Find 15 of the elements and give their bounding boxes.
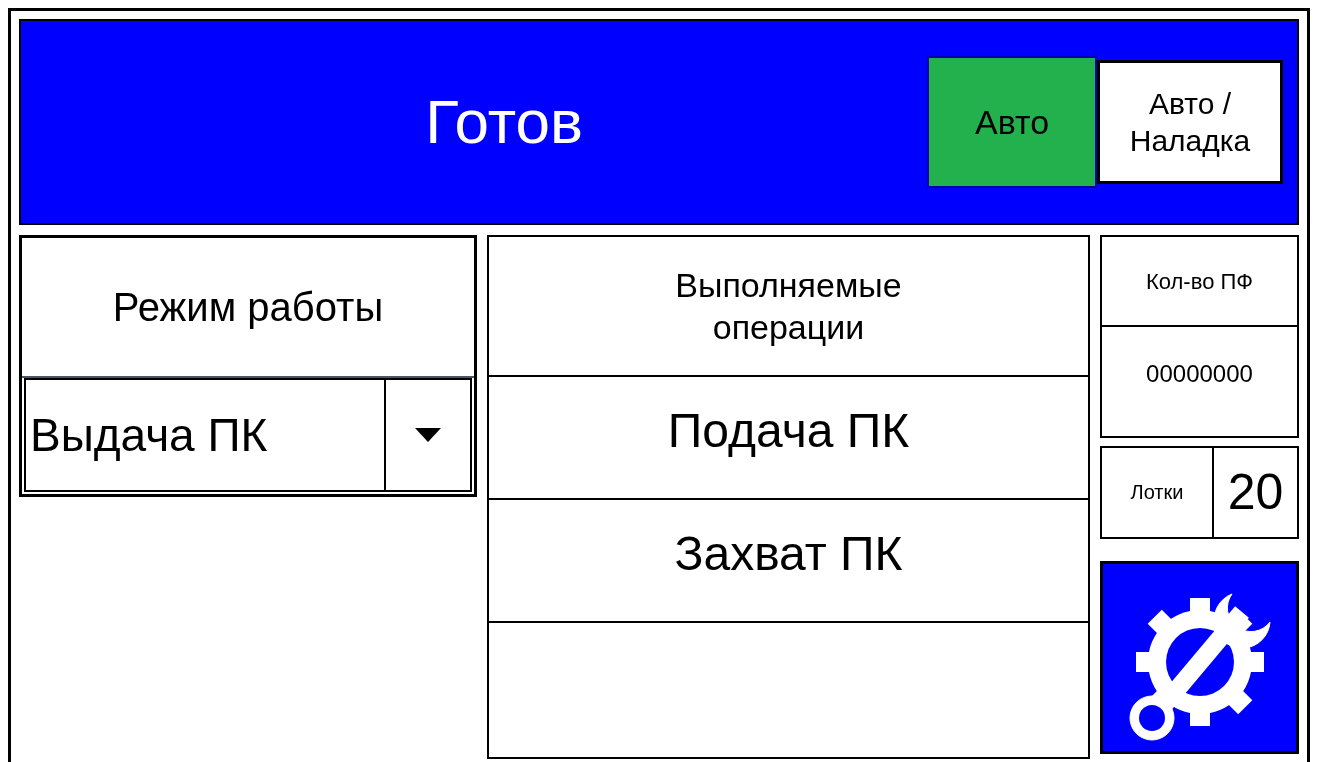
settings-button[interactable] bbox=[1100, 560, 1299, 754]
mode-dropdown[interactable]: Выдача ПК bbox=[24, 378, 472, 492]
counter-label: Кол-во ПФ bbox=[1145, 267, 1254, 296]
operations-title: Выполняемые операции bbox=[674, 264, 903, 348]
operation-item: Захват ПК bbox=[674, 526, 903, 582]
operation-item: Подача ПК bbox=[667, 403, 910, 459]
status-text: Готов bbox=[425, 91, 583, 153]
trays-value: 20 bbox=[1227, 462, 1284, 522]
counter-value: 00000000 bbox=[1146, 358, 1253, 389]
trays-label: Лотки bbox=[1130, 480, 1184, 506]
mode-button[interactable]: Авто / Наладка bbox=[1097, 60, 1283, 184]
dropdown-value: Выдача ПК bbox=[30, 407, 268, 463]
caret-icon bbox=[415, 428, 441, 442]
mode-title: Режим работы bbox=[112, 284, 384, 331]
mode-button[interactable]: Авто bbox=[927, 56, 1097, 188]
